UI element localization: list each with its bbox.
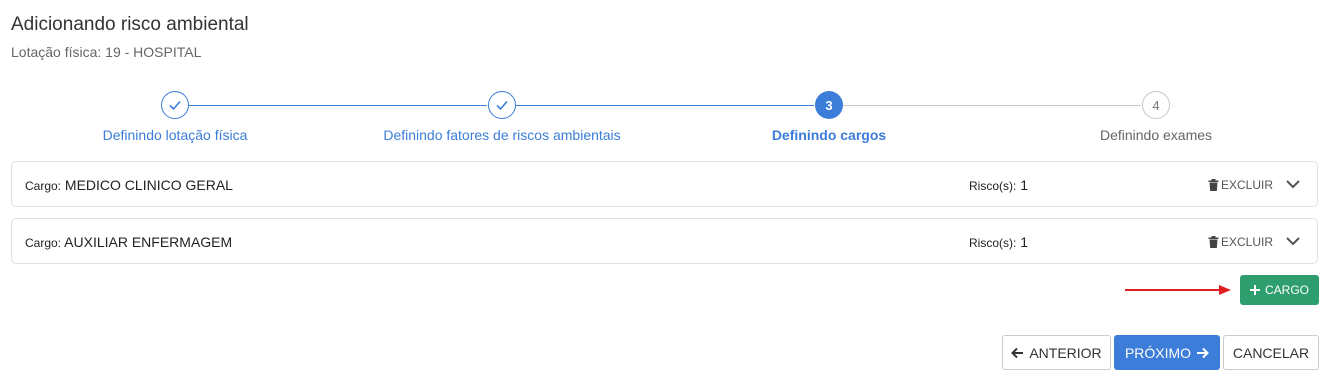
risco-field: Risco(s): 1 [969, 177, 1028, 193]
step-connector [843, 105, 1141, 106]
step-2-label[interactable]: Definindo fatores de riscos ambientais [383, 127, 620, 143]
step-3-label[interactable]: Definindo cargos [772, 127, 886, 143]
risco-value: 1 [1020, 234, 1029, 250]
arrow-right-icon [1197, 347, 1209, 358]
step-connector [516, 105, 814, 106]
cancelar-button[interactable]: CANCELAR [1223, 335, 1319, 370]
check-icon [496, 100, 508, 111]
cargo-value: AUXILIAR ENFERMAGEM [64, 234, 233, 250]
risco-label: Risco(s): [969, 236, 1017, 250]
chevron-down-icon[interactable] [1285, 176, 1301, 192]
check-icon [169, 100, 181, 111]
step-1-indicator[interactable] [161, 91, 189, 119]
excluir-button[interactable]: EXCLUIR [1208, 235, 1273, 249]
anterior-label: ANTERIOR [1029, 344, 1102, 361]
proximo-button[interactable]: PRÓXIMO [1114, 335, 1220, 370]
cargo-card[interactable]: Cargo: MEDICO CLINICO GERAL Risco(s): 1 … [11, 161, 1318, 207]
step-3-indicator[interactable]: 3 [815, 91, 843, 119]
step-2-indicator[interactable] [488, 91, 516, 119]
page-subtitle: Lotação física: 19 - HOSPITAL [11, 44, 202, 60]
step-4-label[interactable]: Definindo exames [1100, 127, 1212, 143]
risco-label: Risco(s): [969, 179, 1017, 193]
plus-icon [1249, 285, 1260, 295]
anterior-button[interactable]: ANTERIOR [1002, 335, 1111, 370]
stepper: 3 4 Definindo lotação física Definindo f… [0, 90, 1335, 150]
trash-icon [1208, 236, 1219, 248]
step-connector [189, 105, 487, 106]
step-4-indicator[interactable]: 4 [1142, 91, 1170, 119]
arrow-left-icon [1011, 347, 1024, 358]
add-cargo-button[interactable]: CARGO [1240, 275, 1319, 305]
cargo-label: Cargo: [25, 236, 62, 250]
excluir-label: EXCLUIR [1221, 235, 1274, 249]
excluir-label: EXCLUIR [1221, 178, 1274, 192]
chevron-down-icon[interactable] [1285, 233, 1301, 249]
risco-value: 1 [1020, 177, 1029, 193]
risco-field: Risco(s): 1 [969, 234, 1028, 250]
trash-icon [1208, 179, 1219, 191]
cargo-card[interactable]: Cargo: AUXILIAR ENFERMAGEM Risco(s): 1 E… [11, 218, 1318, 264]
cargo-value: MEDICO CLINICO GERAL [64, 177, 233, 193]
add-cargo-label: CARGO [1264, 283, 1309, 297]
cargo-field: Cargo: MEDICO CLINICO GERAL [25, 177, 233, 193]
annotation-arrow-icon [1125, 285, 1231, 295]
page-title: Adicionando risco ambiental [11, 14, 249, 35]
excluir-button[interactable]: EXCLUIR [1208, 178, 1273, 192]
step-1-label[interactable]: Definindo lotação física [103, 127, 248, 143]
cargo-label: Cargo: [25, 179, 62, 193]
cancelar-label: CANCELAR [1232, 344, 1310, 361]
proximo-label: PRÓXIMO [1124, 344, 1192, 361]
cargo-field: Cargo: AUXILIAR ENFERMAGEM [25, 234, 232, 250]
